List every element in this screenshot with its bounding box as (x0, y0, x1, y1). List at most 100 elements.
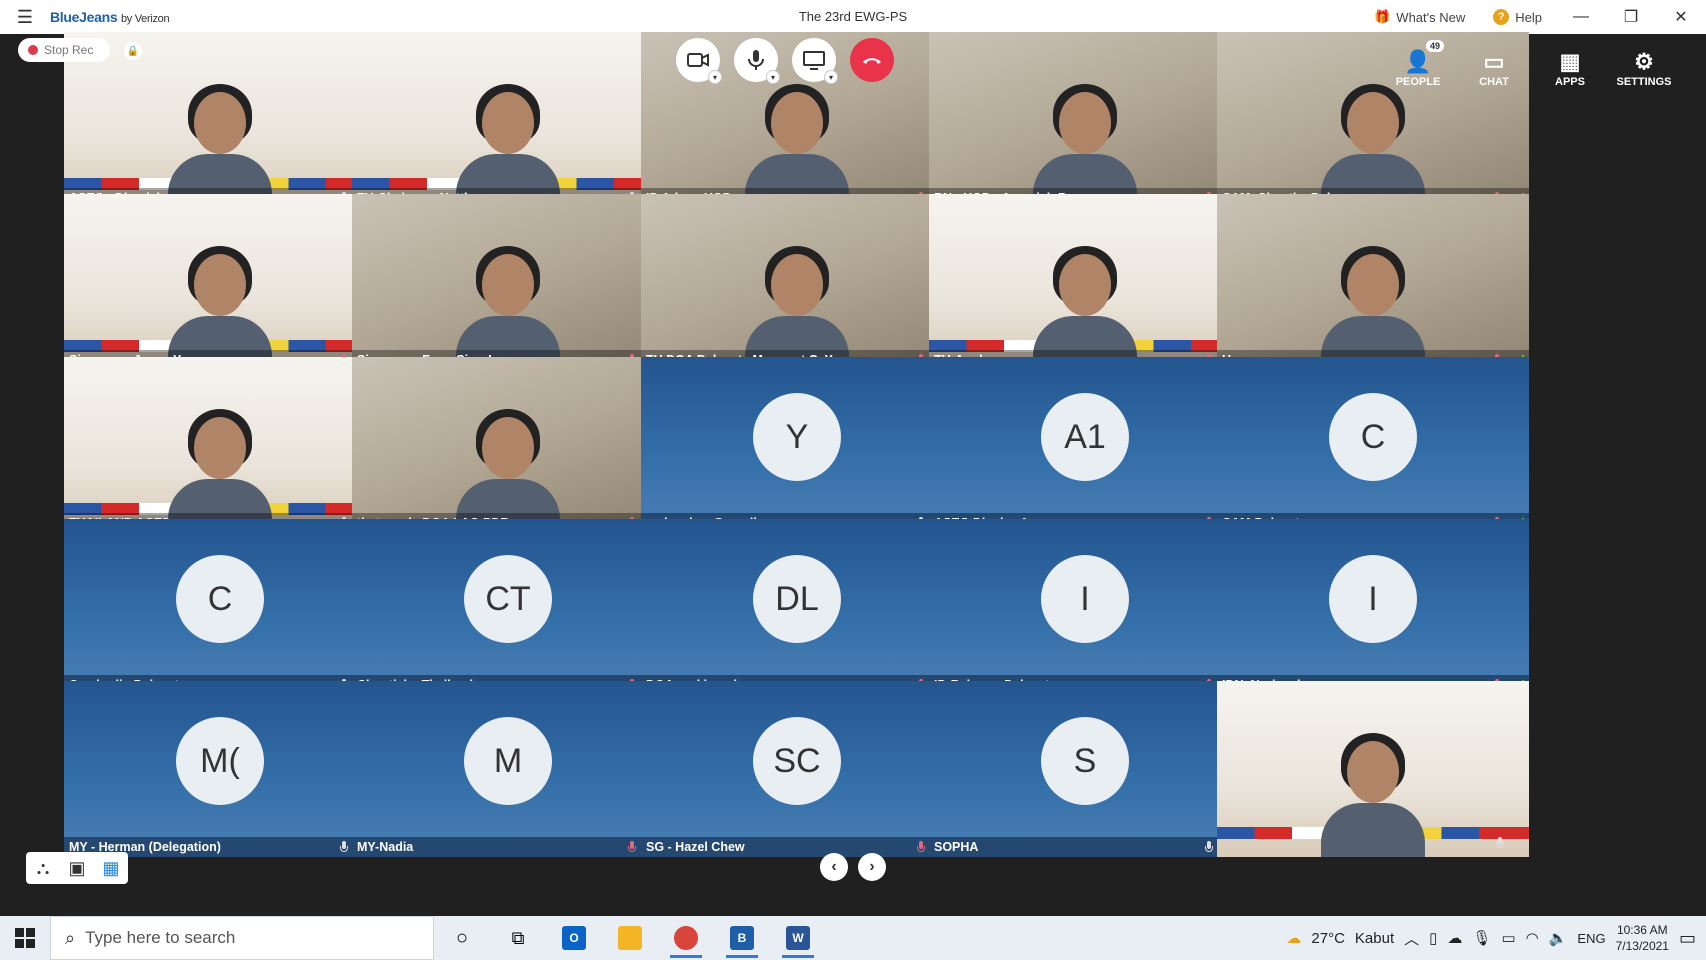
participant-tile[interactable]: IIDN_Nurjanah (1217, 519, 1529, 695)
clock[interactable]: 10:36 AM 7/13/2021 (1616, 922, 1669, 954)
cortana-icon: ○ (455, 926, 469, 949)
video-toggle-button[interactable]: ▾ (676, 38, 722, 84)
search-icon: ⌕ (65, 927, 76, 948)
volume-icon[interactable]: 🔈 (1549, 929, 1568, 947)
chevron-up-icon[interactable]: ︿ (1404, 928, 1419, 949)
participant-initials-avatar: CT (464, 555, 552, 643)
participant-tile[interactable]: TH-Angkana (929, 194, 1241, 370)
title-bar: ☰ BlueJeans by Verizon The 23rd EWG-PS 🎁… (0, 0, 1706, 34)
participant-tile[interactable]: ASEC - Dhanlek (64, 32, 376, 208)
participant-tile[interactable]: CCAM-Delegate (1217, 357, 1529, 533)
next-page-button[interactable]: › (858, 853, 886, 881)
participant-tile[interactable]: THAILAND ACFS (64, 357, 376, 533)
people-count-badge: 49 (1425, 40, 1444, 52)
participant-tile[interactable]: SC SG - Hazel Chew (641, 681, 953, 857)
participant-tile[interactable]: User (1217, 194, 1529, 370)
start-button[interactable] (0, 916, 50, 960)
participant-initials-avatar: C (1329, 393, 1417, 481)
notification-icon[interactable]: ▭ (1679, 928, 1696, 949)
participant-name: MY-Nadia (357, 840, 414, 854)
chevron-down-icon[interactable]: ▾ (824, 70, 838, 84)
hang-up-button[interactable] (850, 38, 894, 82)
outlook-app[interactable]: O (546, 916, 602, 960)
participant-tile[interactable]: Yyadanahun@gmail.com (641, 357, 953, 533)
previous-page-button[interactable]: ‹ (820, 853, 848, 881)
participant-tile[interactable]: TH DOA Delegate Margaret C. Y... (641, 194, 953, 370)
apps-button[interactable]: ▦ APPS (1540, 42, 1600, 89)
participant-tile[interactable]: Singapore-Fong Siew Lee (352, 194, 664, 370)
people-label: PEOPLE (1395, 76, 1441, 88)
chat-label: CHAT (1479, 76, 1509, 88)
close-button[interactable]: ✕ (1656, 0, 1706, 34)
participant-tile[interactable]: IID-Rahman-Delegates (929, 519, 1241, 695)
speaker-layout-icon[interactable]: ▣ (60, 852, 94, 884)
task-view-button[interactable]: ⧉ (490, 916, 546, 960)
mic-toggle-button[interactable]: ▾ (734, 38, 780, 84)
chevron-down-icon[interactable]: ▾ (708, 70, 722, 84)
help-button[interactable]: ? Help (1479, 0, 1556, 34)
microphone-icon (748, 50, 764, 70)
phone-hangup-icon (863, 58, 881, 64)
brand-logo: BlueJeans by Verizon (50, 9, 170, 25)
cortana-button[interactable]: ○ (434, 916, 490, 960)
participant-tile[interactable]: A1ASEC-Display 1 (929, 357, 1241, 533)
participant-name: SG - Hazel Chew (646, 840, 745, 854)
task-view-icon: ⧉ (511, 927, 525, 948)
participant-tile[interactable]: CCambodia-Delegate (64, 519, 376, 695)
screen-share-button[interactable]: ▾ (792, 38, 838, 84)
weather-text[interactable]: Kabut (1355, 930, 1394, 947)
weather-temperature[interactable]: 27°C (1311, 930, 1345, 947)
language-indicator[interactable]: ENG (1577, 931, 1605, 946)
participant-tile[interactable]: CTChonticha Thailand (352, 519, 664, 695)
device-icon[interactable]: ▯ (1429, 929, 1437, 947)
system-tray: ☁ 27°C Kabut ︿ ▯ ☁ 🎙 ▭ ◠ 🔈 ENG 10:36 AM … (1286, 916, 1706, 960)
settings-label: SETTINGS (1616, 76, 1672, 88)
settings-button[interactable]: ⚙ SETTINGS (1614, 42, 1674, 89)
help-label: Help (1515, 9, 1542, 25)
participant-tile[interactable]: M(MY - Herman (Delegation) (64, 681, 376, 857)
menu-icon[interactable]: ☰ (0, 0, 50, 34)
whats-new-button[interactable]: 🎁 What's New (1360, 0, 1479, 34)
chat-button[interactable]: ▭ CHAT (1464, 42, 1524, 89)
wifi-icon[interactable]: ◠ (1526, 929, 1539, 947)
participant-initials-avatar: C (176, 555, 264, 643)
participant-initials-avatar: M (464, 717, 552, 805)
apps-label: APPS (1555, 76, 1585, 88)
gallery-layout-icon[interactable]: ▦ (94, 852, 128, 884)
microphone-tray-icon[interactable]: 🎙 (1472, 929, 1491, 947)
participant-tile[interactable]: BN - HOD - Amaniah Besar (929, 32, 1241, 208)
weather-icon: ☁ (1286, 930, 1302, 947)
taskbar-search-box[interactable]: ⌕ Type here to search (50, 916, 434, 960)
file-explorer-app[interactable] (602, 916, 658, 960)
gear-icon: ⚙ (1634, 49, 1654, 74)
bluejeans-icon: B (730, 926, 754, 950)
battery-icon[interactable]: ▭ (1501, 929, 1515, 947)
restore-button[interactable]: ❐ (1606, 0, 1656, 34)
participant-tile[interactable]: thatsanaly DOA LAO PDR (352, 357, 664, 533)
participant-tile[interactable]: S SOPHA (929, 681, 1241, 857)
bluejeans-app[interactable]: B (714, 916, 770, 960)
people-button[interactable]: 👤 49 PEOPLE (1388, 40, 1448, 88)
video-grid: ASEC - DhanlekTH-Chairman-NatthapornID A… (0, 32, 1706, 916)
people-layout-icon[interactable]: ⛬ (26, 852, 60, 884)
participant-tile[interactable] (1217, 681, 1529, 857)
stop-recording-button[interactable]: Stop Rec (18, 38, 110, 62)
minimize-button[interactable]: — (1556, 0, 1606, 34)
participant-tile[interactable]: M MY-Nadia (352, 681, 664, 857)
lock-icon[interactable]: 🔒 (124, 42, 142, 60)
word-app[interactable]: W (770, 916, 826, 960)
cloud-icon[interactable]: ☁ (1447, 929, 1462, 947)
chrome-app[interactable] (658, 916, 714, 960)
record-icon (28, 45, 38, 55)
participant-initials-avatar: I (1041, 555, 1129, 643)
brand-name: BlueJeans (50, 9, 118, 25)
participant-tile[interactable]: Singapore Jenny Yap (64, 194, 376, 370)
chevron-down-icon[interactable]: ▾ (766, 70, 780, 84)
self-mic-icon[interactable] (1495, 837, 1505, 849)
participant-tile[interactable]: DLDOA.pqd laopdr (641, 519, 953, 695)
apps-grid-icon: ▦ (1559, 49, 1581, 74)
participant-initials-avatar: A1 (1041, 393, 1129, 481)
participant-tile[interactable]: TH-Chairman-Natthaporn (352, 32, 664, 208)
chrome-icon (674, 926, 698, 950)
windows-taskbar: ⌕ Type here to search ○ ⧉ O B W ☁ 27°C K… (0, 916, 1706, 960)
